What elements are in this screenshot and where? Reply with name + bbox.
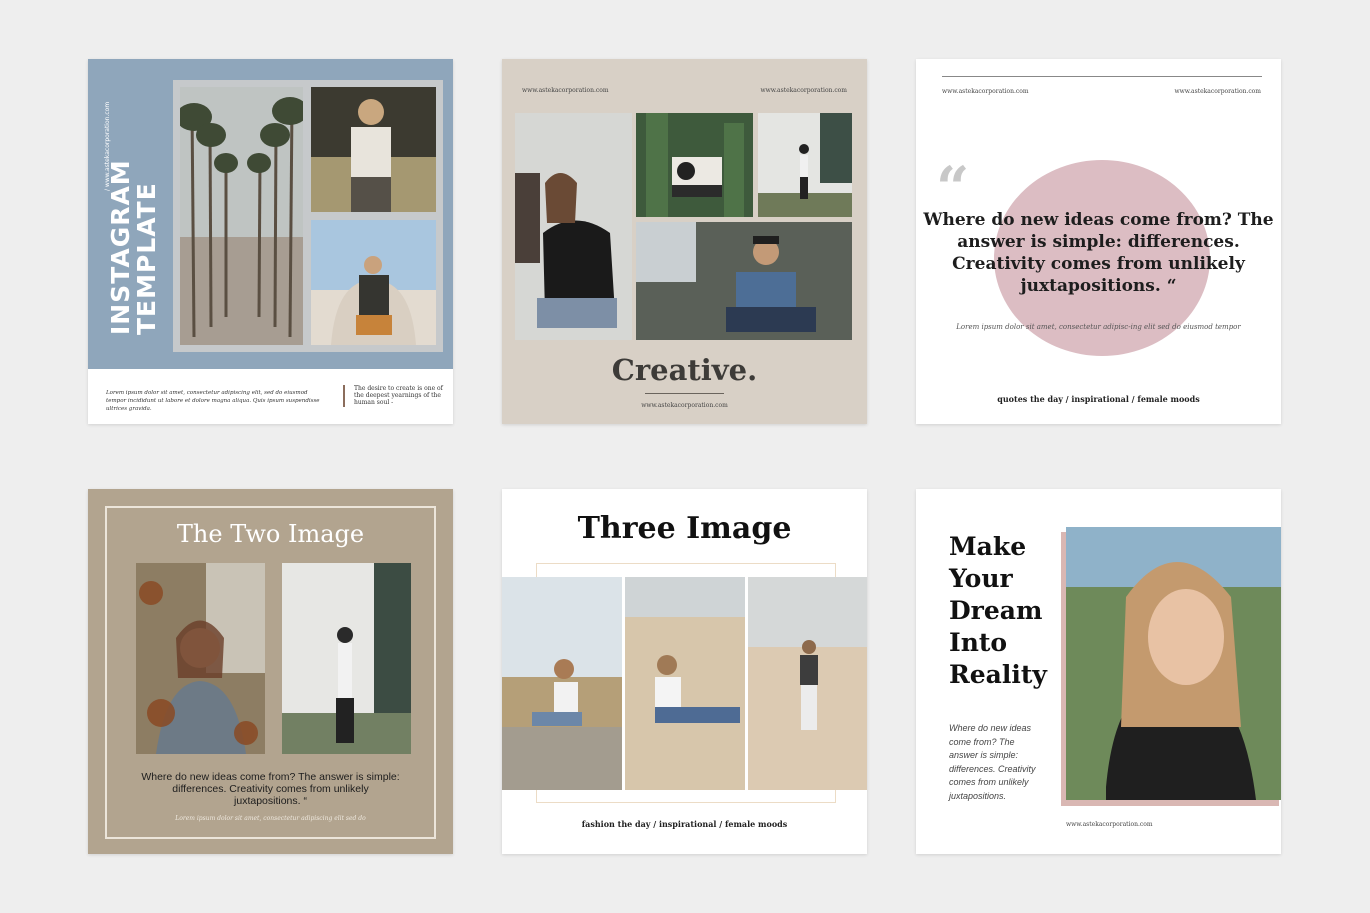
url-right: www.astekacorporation.com xyxy=(760,87,847,94)
card-url: www.astekacorporation.com xyxy=(1066,821,1153,828)
woman-sand-photo xyxy=(625,577,745,790)
woman-rock-photo xyxy=(502,577,622,790)
template-card-instagram[interactable]: INSTAGRAM TEMPLATE / www.astekacorporati… xyxy=(88,59,453,424)
url-bottom: www.astekacorporation.com xyxy=(641,402,728,409)
woman-leaves-photo xyxy=(136,563,265,754)
quote-text: Where do new ideas come from? The answer… xyxy=(141,771,400,807)
template-card-creative[interactable]: www.astekacorporation.com www.astekacorp… xyxy=(502,59,867,424)
man-roof-photo xyxy=(636,222,852,340)
woman-portrait-photo xyxy=(1066,527,1281,800)
quote-text: Where do new ideas come from? The answer… xyxy=(923,210,1274,296)
body-text: Where do new ideas come from? The answer… xyxy=(949,723,1036,801)
lorem-text: Lorem ipsum dolor sit amet, consectetur … xyxy=(106,390,320,412)
card-title: Creative. xyxy=(611,353,758,387)
tagline: fashion the day / inspirational / female… xyxy=(581,819,788,829)
man-desert-photo xyxy=(748,577,867,790)
template-card-three-image[interactable]: Three Image fashion the day / inspiratio… xyxy=(502,489,867,854)
card-title: Three Image xyxy=(577,511,792,546)
woman-sunglasses-photo xyxy=(515,113,632,340)
url-right: www.astekacorporation.com xyxy=(1174,88,1261,95)
woman-field-photo xyxy=(311,87,436,212)
card-title: Make Your Dream Into Reality xyxy=(949,532,1047,689)
template-card-two-image[interactable]: The Two Image Where do new ideas come fr… xyxy=(88,489,453,854)
card-title: The Two Image xyxy=(176,520,365,548)
url-left: www.astekacorporation.com xyxy=(942,88,1029,95)
template-card-quote[interactable]: www.astekacorporation.com www.astekacorp… xyxy=(916,59,1281,424)
top-rule xyxy=(942,76,1262,77)
lorem-text: Lorem ipsum dolor sit amet, consectetur … xyxy=(175,815,366,822)
divider xyxy=(645,393,724,394)
lorem-text: Lorem ipsum dolor sit amet, consectetur … xyxy=(956,323,1241,331)
palm-trees-photo xyxy=(180,87,303,345)
accent-bar xyxy=(343,385,345,407)
man-sitting-photo xyxy=(311,220,436,345)
card-url: / www.astekacorporation.com xyxy=(104,101,111,191)
quote-text: The desire to create is one of the deepe… xyxy=(354,385,443,406)
man-walking-photo xyxy=(282,563,411,754)
tagline: quotes the day / inspirational / female … xyxy=(997,394,1200,404)
polaroid-cactus-photo xyxy=(636,113,753,217)
template-card-make-your-dream[interactable]: Make Your Dream Into Reality Where do ne… xyxy=(916,489,1281,854)
url-left: www.astekacorporation.com xyxy=(522,87,609,94)
man-walking-wall-photo xyxy=(758,113,852,217)
card-title: INSTAGRAM TEMPLATE xyxy=(106,159,161,335)
